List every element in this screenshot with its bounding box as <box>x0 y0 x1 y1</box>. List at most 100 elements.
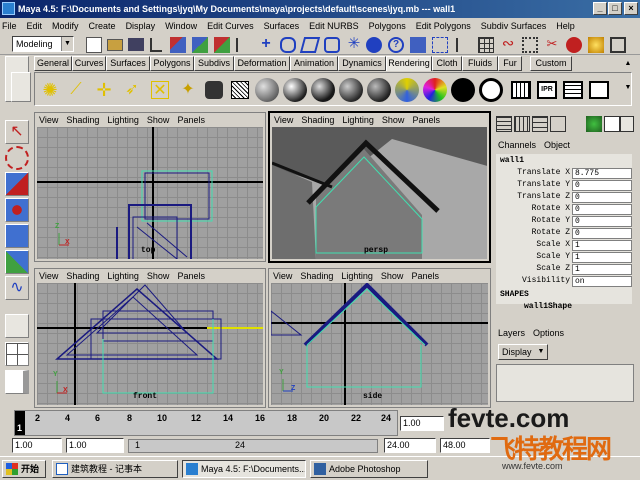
viewport-top-canvas[interactable]: Z X top <box>37 127 263 259</box>
menu-create[interactable]: Create <box>89 21 116 31</box>
volume-light-icon[interactable]: ✦ <box>179 81 197 99</box>
channel-box-icon[interactable] <box>604 116 620 132</box>
render-view-icon[interactable] <box>511 81 531 99</box>
surface-shader-icon[interactable] <box>451 78 475 102</box>
ramp-shader-icon[interactable] <box>423 78 447 102</box>
attr-value[interactable]: 1 <box>572 264 632 275</box>
shelf-tab-dynamics[interactable]: Dynamics <box>338 56 386 71</box>
channel-box-menu-object[interactable]: Object <box>544 140 570 150</box>
menu-edit[interactable]: Edit <box>27 21 43 31</box>
pick-handle-icon[interactable]: + <box>258 36 274 53</box>
minimize-button[interactable]: _ <box>593 2 607 15</box>
close-button[interactable]: × <box>624 2 638 15</box>
ambient-light-icon[interactable]: ✺ <box>41 81 59 99</box>
layer-menu-layers[interactable]: Layers <box>498 328 525 338</box>
playback-end-field[interactable]: 24.00 <box>384 438 436 453</box>
vp-menu-panels[interactable]: Panels <box>412 115 440 125</box>
blinn-material-icon[interactable] <box>283 78 307 102</box>
vp-menu-lighting[interactable]: Lighting <box>107 271 139 281</box>
menu-edit-nurbs[interactable]: Edit NURBS <box>309 21 359 31</box>
snap-curve-icon[interactable]: ∾ <box>500 36 516 53</box>
layer-menu-options[interactable]: Options <box>533 328 564 338</box>
playback-start-field[interactable]: 1.00 <box>66 438 124 453</box>
vp-menu-lighting[interactable]: Lighting <box>342 115 374 125</box>
menu-polygons[interactable]: Polygons <box>369 21 406 31</box>
save-scene-icon[interactable] <box>128 38 144 51</box>
vp-menu-shading[interactable]: Shading <box>66 115 99 125</box>
camera-icon[interactable] <box>205 81 223 99</box>
viewport-persp-canvas[interactable]: persp <box>272 127 487 259</box>
spot-light-icon[interactable]: ➶ <box>123 81 141 99</box>
vp-menu-show[interactable]: Show <box>147 271 170 281</box>
hypershade-icon[interactable] <box>231 81 249 99</box>
taskbar-item-maya[interactable]: Maya 4.5: F:\Documents... <box>182 460 306 478</box>
shelf-tab-animation[interactable]: Animation <box>290 56 338 71</box>
shelf-tab-general[interactable]: General <box>34 56 72 71</box>
layer-display-dropdown[interactable]: Display ▼ <box>498 344 548 360</box>
attr-value[interactable]: 0 <box>572 192 632 203</box>
attr-value[interactable]: 1 <box>572 240 632 251</box>
render-globals-icon[interactable] <box>610 37 626 53</box>
vp-menu-view[interactable]: View <box>39 271 58 281</box>
shelf-tab-polygons[interactable]: Polygons <box>150 56 194 71</box>
layer-editor-icon[interactable] <box>620 116 634 132</box>
layout-persp-outliner-icon[interactable] <box>5 370 29 394</box>
vp-menu-shading[interactable]: Shading <box>66 271 99 281</box>
lock-selection-icon[interactable] <box>432 37 448 53</box>
shelf-tab-rendering[interactable]: Rendering <box>386 56 432 71</box>
menu-edit-curves[interactable]: Edit Curves <box>207 21 254 31</box>
lambert-material-icon[interactable] <box>255 78 279 102</box>
start-button[interactable]: 开始 <box>2 460 46 478</box>
vp-menu-panels[interactable]: Panels <box>411 271 439 281</box>
vp-menu-show[interactable]: Show <box>147 115 170 125</box>
attr-value[interactable]: 8.775 <box>572 168 632 179</box>
channel-box-menu-channels[interactable]: Channels <box>498 140 536 150</box>
viewport-side[interactable]: View Shading Lighting Show Panels Y Z si… <box>268 268 491 408</box>
menu-window[interactable]: Window <box>165 21 197 31</box>
lasso-tool-icon[interactable] <box>5 146 29 170</box>
maximize-button[interactable]: □ <box>608 2 622 15</box>
viewport-front-canvas[interactable]: Y X front <box>37 283 263 405</box>
select-tool-icon[interactable]: ↖ <box>5 120 29 144</box>
pick-joints-icon[interactable] <box>280 37 296 53</box>
move-tool-icon[interactable] <box>5 172 29 196</box>
taskbar-item-notepad[interactable]: 建筑教程 - 记事本 <box>52 460 178 478</box>
menu-edit-polygons[interactable]: Edit Polygons <box>416 21 471 31</box>
phong-material-icon[interactable] <box>311 78 335 102</box>
menu-surfaces[interactable]: Surfaces <box>264 21 300 31</box>
shelf-tab-cloth[interactable]: Cloth <box>432 56 462 71</box>
attr-value[interactable]: 0 <box>572 204 632 215</box>
pick-dynamics-icon[interactable] <box>366 37 382 53</box>
vp-menu-view[interactable]: View <box>39 115 58 125</box>
viewport-front[interactable]: View Shading Lighting Show Panels Y X fr… <box>34 268 266 408</box>
shelf-menu-button[interactable] <box>11 72 31 102</box>
area-light-icon[interactable]: ✕ <box>151 81 169 99</box>
pick-surfaces-icon[interactable] <box>324 37 340 53</box>
animation-start-field[interactable]: 1.00 <box>12 438 62 453</box>
layer-list[interactable] <box>496 364 634 402</box>
render-globals-shelf-icon[interactable] <box>589 81 609 99</box>
taskbar-item-photoshop[interactable]: Adobe Photoshop <box>310 460 428 478</box>
snap-grid-icon[interactable] <box>478 37 494 53</box>
render-icon[interactable] <box>566 37 582 53</box>
layout-four-icon[interactable] <box>5 342 29 366</box>
select-hierarchy-icon[interactable] <box>170 37 186 53</box>
new-scene-icon[interactable] <box>86 37 102 53</box>
rotate-tool-icon[interactable] <box>5 198 29 222</box>
menu-modify[interactable]: Modify <box>52 21 79 31</box>
anisotropic-material-icon[interactable] <box>367 78 391 102</box>
shelf-tab-fluids[interactable]: Fluids <box>462 56 498 71</box>
shelf-tab-deformation[interactable]: Deformation <box>234 56 290 71</box>
use-background-icon[interactable] <box>479 78 503 102</box>
open-scene-icon[interactable] <box>107 39 123 51</box>
attr-value[interactable]: on <box>572 276 632 287</box>
menu-file[interactable]: File <box>2 21 17 31</box>
snap-point-icon[interactable] <box>522 37 538 53</box>
viewport-top[interactable]: View Shading Lighting Show Panels Z X to… <box>34 112 266 262</box>
phong-e-material-icon[interactable] <box>339 78 363 102</box>
attr-value[interactable]: 0 <box>572 180 632 191</box>
vp-menu-lighting[interactable]: Lighting <box>107 115 139 125</box>
last-tool-icon[interactable]: ∿ <box>5 276 29 300</box>
point-light-icon[interactable]: ✛ <box>95 81 113 99</box>
vp-menu-panels[interactable]: Panels <box>177 271 205 281</box>
